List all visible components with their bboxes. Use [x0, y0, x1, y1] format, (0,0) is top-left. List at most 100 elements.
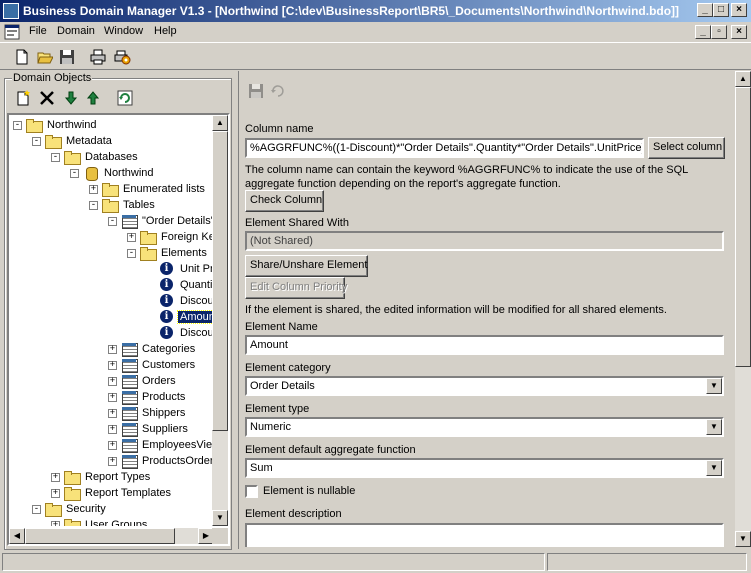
tree-node[interactable]: - Security — [32, 501, 108, 517]
collapse-icon[interactable]: - — [89, 200, 98, 210]
scroll-down-icon[interactable]: ▼ — [735, 531, 751, 547]
tree-vertical-scrollbar[interactable]: ▲ ▼ — [212, 115, 228, 526]
scroll-up-icon[interactable]: ▲ — [735, 71, 751, 87]
tree-node-label[interactable]: Orders — [140, 375, 178, 387]
tree-node[interactable]: - Northwind — [13, 117, 99, 133]
delete-object-button[interactable] — [36, 87, 58, 109]
minimize-button[interactable]: _ — [697, 3, 713, 17]
tree-node[interactable]: - Metadata — [32, 133, 114, 149]
new-file-button[interactable] — [12, 47, 32, 67]
collapse-icon[interactable]: - — [51, 152, 60, 162]
tree-node-label[interactable]: Elements — [159, 247, 209, 259]
tree-node[interactable]: Discou — [146, 325, 214, 341]
mdi-close-button[interactable]: × — [731, 25, 747, 39]
domain-tree[interactable]: - Northwind - Metadata - Databases - Northwind +… — [7, 113, 230, 546]
menu-window[interactable]: Window — [104, 25, 143, 37]
expand-icon[interactable]: + — [89, 184, 98, 194]
scroll-up-icon[interactable]: ▲ — [212, 115, 228, 131]
tree-node[interactable]: + Shippers — [108, 405, 187, 421]
chevron-down-icon[interactable]: ▼ — [706, 419, 722, 435]
tree-node[interactable]: Unit Pr — [146, 261, 214, 277]
tree-node[interactable]: + Enumerated lists — [89, 181, 207, 197]
select-column-button[interactable]: Select column — [648, 137, 725, 159]
tree-node[interactable]: + Customers — [108, 357, 197, 373]
tree-node-label[interactable]: Foreign Ke — [159, 231, 214, 243]
tree-node-label[interactable]: Quanti — [178, 279, 214, 291]
print-setup-button[interactable] — [112, 47, 132, 67]
move-down-button[interactable] — [60, 87, 82, 109]
expand-icon[interactable]: + — [127, 232, 136, 242]
close-button[interactable]: × — [731, 3, 747, 17]
tree-node-label[interactable]: Products — [140, 391, 187, 403]
properties-vertical-scrollbar[interactable]: ▲ ▼ — [735, 71, 751, 547]
tree-node[interactable]: Quanti — [146, 277, 214, 293]
tree-node[interactable]: + Foreign Ke — [127, 229, 214, 245]
tree-node[interactable]: - Northwind — [70, 165, 156, 181]
move-up-button[interactable] — [82, 87, 104, 109]
tree-node[interactable]: - Elements — [127, 245, 209, 261]
tree-node-label[interactable]: Discou — [178, 295, 214, 307]
tree-node-label[interactable]: Customers — [140, 359, 197, 371]
expand-icon[interactable]: + — [108, 456, 117, 466]
tree-node[interactable]: + Categories — [108, 341, 197, 357]
collapse-icon[interactable]: - — [108, 216, 117, 226]
aggregate-function-select[interactable]: Sum ▼ — [245, 458, 724, 478]
tree-horizontal-scrollbar[interactable]: ◀ ▶ — [9, 528, 214, 544]
menu-file[interactable]: File — [29, 25, 47, 37]
scroll-thumb[interactable] — [735, 87, 751, 367]
expand-icon[interactable]: + — [108, 376, 117, 386]
save-properties-icon[interactable] — [247, 83, 265, 99]
open-file-button[interactable] — [35, 47, 55, 67]
tree-node-label[interactable]: User Groups — [83, 519, 149, 526]
tree-node-label[interactable]: EmployeesView — [140, 439, 214, 451]
app-icon[interactable] — [3, 3, 19, 19]
expand-icon[interactable]: + — [51, 472, 60, 482]
add-object-button[interactable] — [12, 87, 34, 109]
mdi-restore-button[interactable]: ▫ — [711, 25, 727, 39]
tree-node-label[interactable]: Unit Pr — [178, 263, 214, 275]
collapse-icon[interactable]: - — [70, 168, 79, 178]
expand-icon[interactable]: + — [108, 392, 117, 402]
element-category-select[interactable]: Order Details ▼ — [245, 376, 724, 396]
tree-node[interactable]: + EmployeesView — [108, 437, 214, 453]
collapse-icon[interactable]: - — [32, 504, 41, 514]
menu-help[interactable]: Help — [154, 25, 177, 37]
tree-node-label[interactable]: Metadata — [64, 135, 114, 147]
column-name-field[interactable]: %AGGRFUNC%((1-Discount)*"Order Details".… — [245, 138, 644, 158]
tree-node-label[interactable]: ProductsOrder — [140, 455, 214, 467]
share-unshare-button[interactable]: Share/Unshare Element — [245, 255, 368, 277]
tree-node-label[interactable]: Shippers — [140, 407, 187, 419]
expand-icon[interactable]: + — [108, 344, 117, 354]
element-name-field[interactable]: Amount — [245, 335, 724, 355]
tree-node-label[interactable]: Suppliers — [140, 423, 190, 435]
tree-node-label[interactable]: Discou — [178, 327, 214, 339]
chevron-down-icon[interactable]: ▼ — [706, 460, 722, 476]
tree-node[interactable]: + Report Types — [51, 469, 152, 485]
expand-icon[interactable]: + — [108, 360, 117, 370]
tree-node[interactable]: Amoun — [146, 309, 214, 325]
expand-icon[interactable]: + — [108, 424, 117, 434]
hscroll-thumb[interactable] — [25, 528, 175, 544]
tree-node[interactable]: - Tables — [89, 197, 157, 213]
tree-node-label[interactable]: Northwind — [102, 167, 156, 179]
scroll-left-icon[interactable]: ◀ — [9, 528, 25, 544]
tree-node[interactable]: Discou — [146, 293, 214, 309]
scroll-down-icon[interactable]: ▼ — [212, 510, 228, 526]
tree-node-label[interactable]: Categories — [140, 343, 197, 355]
print-button[interactable] — [88, 47, 108, 67]
expand-icon[interactable]: + — [108, 440, 117, 450]
refresh-button[interactable] — [114, 87, 136, 109]
tree-node-label[interactable]: Enumerated lists — [121, 183, 207, 195]
maximize-button[interactable]: □ — [713, 3, 729, 17]
collapse-icon[interactable]: - — [13, 120, 22, 130]
tree-node[interactable]: + Suppliers — [108, 421, 190, 437]
tree-node[interactable]: + Report Templates — [51, 485, 173, 501]
element-type-select[interactable]: Numeric ▼ — [245, 417, 724, 437]
collapse-icon[interactable]: - — [32, 136, 41, 146]
tree-node-label[interactable]: "Order Details" — [140, 215, 214, 227]
tree-node-label[interactable]: Security — [64, 503, 108, 515]
scroll-thumb[interactable] — [212, 131, 228, 431]
tree-node[interactable]: + User Groups — [51, 517, 149, 526]
expand-icon[interactable]: + — [51, 520, 60, 526]
tree-node-label[interactable]: Tables — [121, 199, 157, 211]
